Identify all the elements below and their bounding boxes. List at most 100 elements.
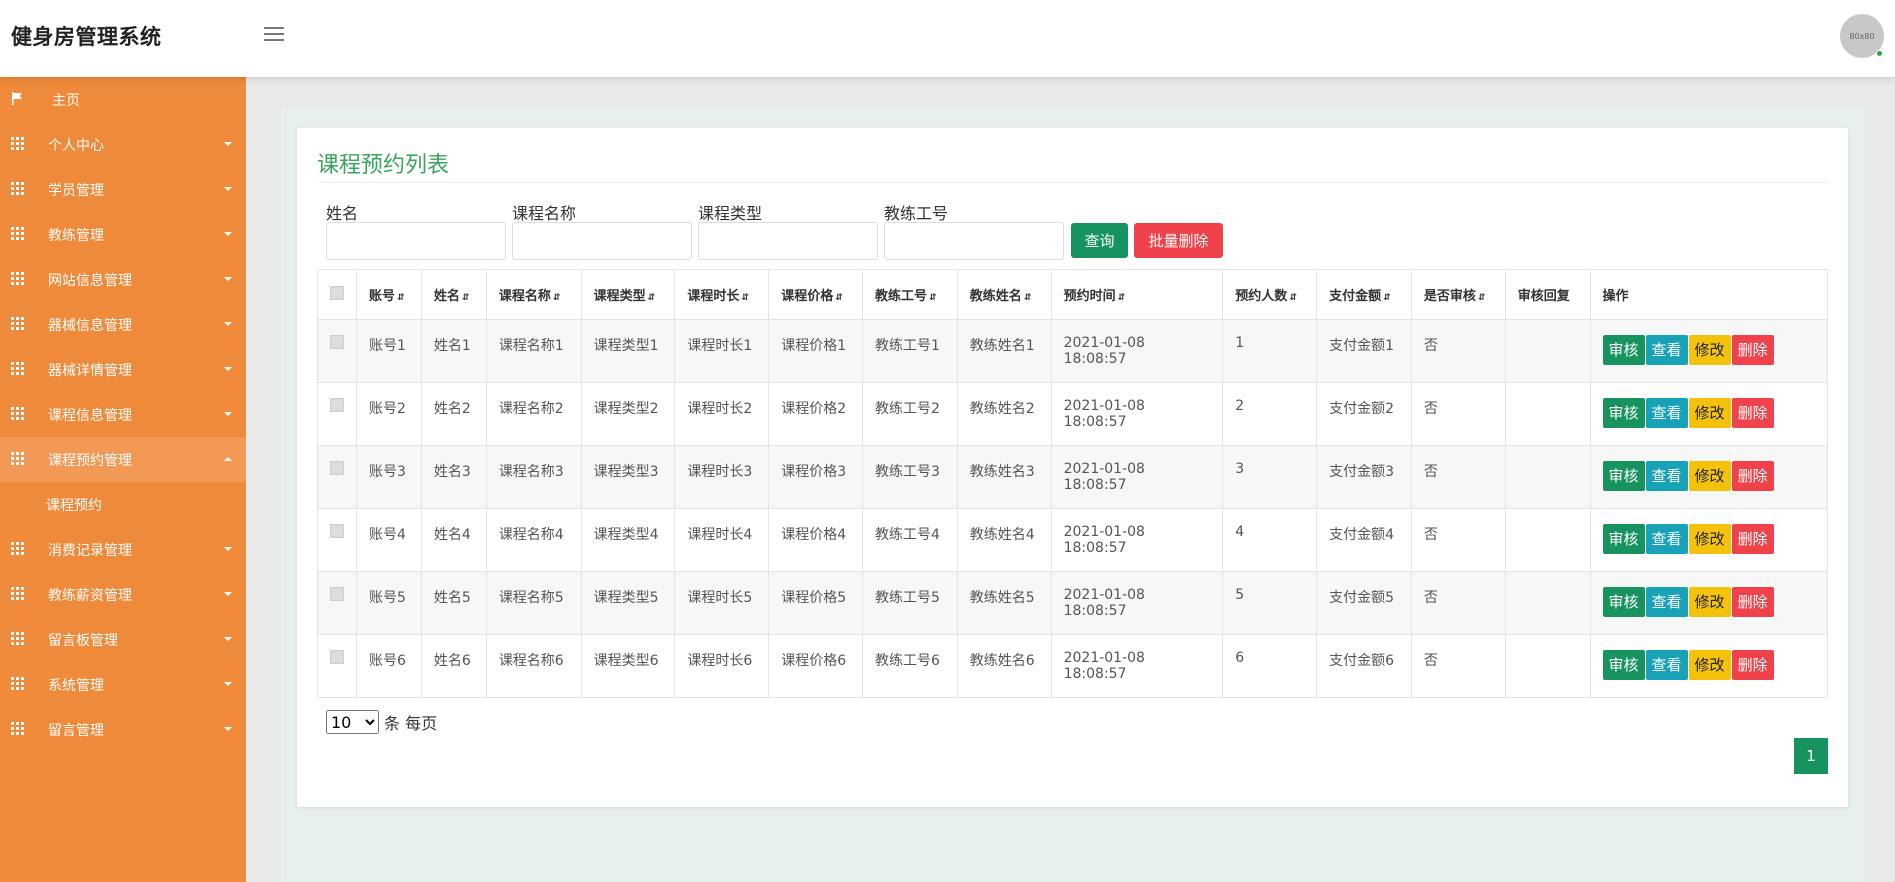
row-checkbox[interactable] [330,524,344,538]
cell-amount: 支付金额4 [1316,508,1412,572]
grid-icon [11,722,24,735]
coach-id-input[interactable] [884,222,1064,260]
sidebar-item-home[interactable]: 主页 [0,77,246,122]
column-header[interactable]: 课程价格 ⇵ [768,269,863,320]
cell-coach-name: 教练姓名1 [956,319,1052,383]
delete-button[interactable]: 删除 [1731,650,1774,680]
column-header[interactable]: 支付金额 ⇵ [1316,269,1412,320]
column-header[interactable]: 课程时长 ⇵ [674,269,770,320]
column-header-label: 课程时长 [687,289,740,304]
view-button[interactable]: 查看 [1645,398,1688,428]
sort-icon[interactable]: ⇵ [929,293,937,303]
delete-button[interactable]: 删除 [1731,461,1774,491]
column-header[interactable]: 是否审核 ⇵ [1410,269,1506,320]
row-checkbox[interactable] [330,335,344,349]
course-type-label: 课程类型 [698,204,763,223]
sort-icon[interactable]: ⇵ [741,293,749,303]
sort-icon[interactable]: ⇵ [553,293,561,303]
column-header[interactable]: 姓名 ⇵ [420,269,487,320]
sidebar-item[interactable]: 教练管理 [0,212,246,257]
delete-button[interactable]: 删除 [1731,398,1774,428]
sidebar-item[interactable]: 留言管理 [0,707,246,752]
column-header-label: 支付金额 [1329,289,1382,304]
audit-button[interactable]: 审核 [1602,587,1645,617]
sidebar-item[interactable]: 系统管理 [0,662,246,707]
sort-icon[interactable]: ⇵ [1289,293,1297,303]
course-name-input[interactable] [512,222,692,260]
delete-button[interactable]: 删除 [1731,587,1774,617]
sidebar-item[interactable]: 课程信息管理 [0,392,246,437]
audit-button[interactable]: 审核 [1602,335,1645,365]
column-header[interactable]: 课程名称 ⇵ [485,269,582,320]
row-checkbox[interactable] [330,587,344,601]
avatar[interactable]: 80x80 [1840,14,1884,58]
audit-button[interactable]: 审核 [1602,398,1645,428]
column-header[interactable]: 账号 ⇵ [356,269,422,320]
column-header[interactable]: 教练姓名 ⇵ [956,269,1052,320]
view-button[interactable]: 查看 [1645,461,1688,491]
delete-button[interactable]: 删除 [1731,335,1774,365]
row-select-cell [317,571,357,635]
page-button-1[interactable]: 1 [1794,738,1828,774]
sidebar-item[interactable]: 学员管理 [0,167,246,212]
sort-icon[interactable]: ⇵ [1383,293,1391,303]
sort-icon[interactable]: ⇵ [1024,293,1032,303]
sidebar-item[interactable]: 留言板管理 [0,617,246,662]
batch-delete-button[interactable]: 批量删除 [1134,223,1223,258]
row-checkbox[interactable] [330,650,344,664]
cell-course-name: 课程名称2 [485,382,582,446]
sidebar-item[interactable]: 网站信息管理 [0,257,246,302]
course-type-input[interactable] [698,222,878,260]
grid-icon [11,137,24,150]
edit-button[interactable]: 修改 [1688,398,1731,428]
cell-course-type: 课程类型2 [580,382,676,446]
edit-button[interactable]: 修改 [1688,335,1731,365]
column-header[interactable]: 课程类型 ⇵ [580,269,676,320]
select-all-checkbox[interactable] [330,285,344,300]
cell-price: 课程价格1 [768,319,863,383]
sidebar-item[interactable]: 课程预约管理 [0,437,246,482]
audit-button[interactable]: 审核 [1602,524,1645,554]
edit-button[interactable]: 修改 [1688,524,1731,554]
query-button[interactable]: 查询 [1071,223,1128,258]
sort-icon[interactable]: ⇵ [397,293,405,303]
audit-button[interactable]: 审核 [1602,461,1645,491]
view-button[interactable]: 查看 [1645,650,1688,680]
grid-icon [11,542,24,555]
name-input[interactable] [326,222,506,260]
edit-button[interactable]: 修改 [1688,650,1731,680]
sidebar-item[interactable]: 器械信息管理 [0,302,246,347]
sort-icon[interactable]: ⇵ [648,293,656,303]
row-checkbox[interactable] [330,461,344,475]
row-checkbox[interactable] [330,398,344,412]
chevron-down-icon [224,637,232,641]
column-header[interactable]: 预约人数 ⇵ [1222,269,1318,320]
sort-icon[interactable]: ⇵ [1478,293,1486,303]
page-size-select[interactable]: 10 [326,710,379,734]
sort-icon[interactable]: ⇵ [1118,293,1126,303]
cell-price: 课程价格2 [768,382,863,446]
column-header-label: 审核回复 [1517,289,1570,304]
audit-button[interactable]: 审核 [1602,650,1645,680]
sidebar-item[interactable]: 个人中心 [0,122,246,167]
sort-icon[interactable]: ⇵ [835,293,843,303]
sidebar-item-label: 留言管理 [48,722,104,739]
sidebar-item[interactable]: 教练薪资管理 [0,572,246,617]
view-button[interactable]: 查看 [1645,335,1688,365]
view-button[interactable]: 查看 [1645,524,1688,554]
sidebar-subitem-booking[interactable]: 课程预约 [0,482,246,527]
sidebar-item[interactable]: 器械详情管理 [0,347,246,392]
cell-time: 2021-01-08 18:08:57 [1050,508,1224,572]
menu-toggle-icon[interactable] [264,27,284,43]
sort-icon[interactable]: ⇵ [462,293,470,303]
edit-button[interactable]: 修改 [1688,461,1731,491]
page-size-suffix: 条 每页 [384,714,438,733]
column-header[interactable]: 预约时间 ⇵ [1050,269,1224,320]
sidebar-item-label: 器械信息管理 [48,317,132,334]
sidebar-item[interactable]: 消费记录管理 [0,527,246,572]
cell-audited: 否 [1410,445,1506,509]
delete-button[interactable]: 删除 [1731,524,1774,554]
edit-button[interactable]: 修改 [1688,587,1731,617]
view-button[interactable]: 查看 [1645,587,1688,617]
column-header[interactable]: 教练工号 ⇵ [862,269,958,320]
